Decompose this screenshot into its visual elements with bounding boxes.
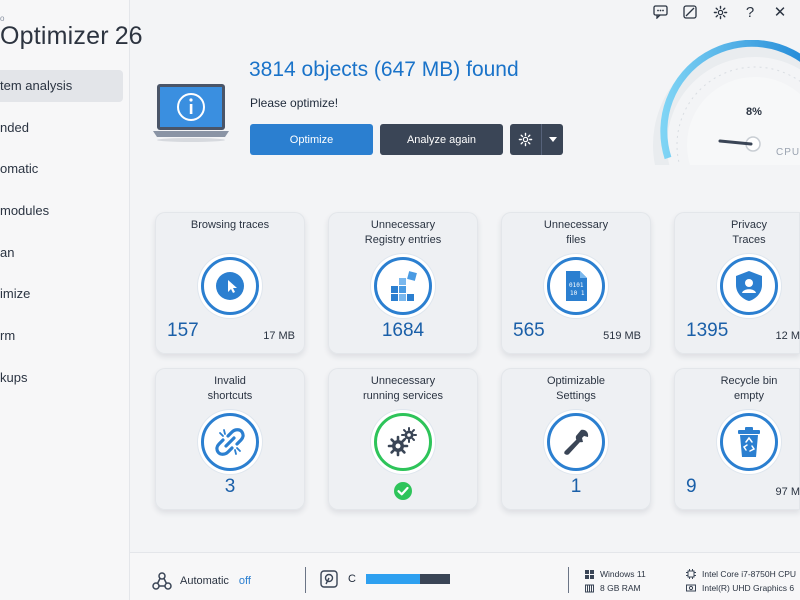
tile-title: Optimizable Settings xyxy=(546,375,606,402)
broken-link-icon xyxy=(215,428,245,456)
tile-title: Unnecessary running services xyxy=(362,375,444,402)
cpu-gauge: 8% CPU xyxy=(640,39,800,247)
check-circle-icon xyxy=(394,482,412,500)
recycle-bin-icon xyxy=(738,427,760,457)
divider xyxy=(568,567,569,593)
sidebar-item-warm[interactable]: rm xyxy=(0,320,123,352)
tile-count: 3 xyxy=(224,476,236,497)
tile-title: Unnecessary files xyxy=(543,219,609,246)
sidebar-item-clean[interactable]: an xyxy=(0,237,123,269)
analyze-again-button[interactable]: Analyze again xyxy=(380,124,503,155)
tile-icon-circle xyxy=(198,254,262,318)
automatic-label: Automatic xyxy=(180,575,229,587)
automatic-status[interactable]: Automatic off xyxy=(152,572,251,590)
chevron-down-icon xyxy=(548,137,557,142)
tile-size: 12 M xyxy=(775,330,800,342)
ram-amount: 8 GB RAM xyxy=(600,583,641,593)
tile-browsing-traces[interactable]: Browsing traces 157 17 MB xyxy=(155,212,305,354)
gears-icon xyxy=(387,427,417,457)
disk-icon xyxy=(320,570,338,588)
binary-file-icon: 0101 10 1 xyxy=(566,271,587,301)
tile-count: 565 xyxy=(513,320,545,341)
divider xyxy=(305,567,306,593)
app-version: 26 xyxy=(114,22,143,50)
status-bar: Automatic off C Windows 11 8 GB RAM Intel… xyxy=(130,552,800,600)
cpu-gauge-value: 8% xyxy=(746,106,762,118)
theme-icon[interactable] xyxy=(682,4,698,20)
sidebar-item-extended[interactable]: nded xyxy=(0,112,123,144)
drive-letter: C xyxy=(348,573,356,585)
gpu-name: Intel(R) UHD Graphics 6 xyxy=(702,583,795,593)
help-icon[interactable]: ? xyxy=(742,4,758,21)
sidebar-item-optimize[interactable]: imize xyxy=(0,278,123,310)
tile-title: Recycle bin empty xyxy=(720,375,778,402)
tile-title: Browsing traces xyxy=(190,219,270,231)
tile-icon-circle xyxy=(717,254,781,318)
tile-optimizable-settings[interactable]: Optimizable Settings 1 xyxy=(501,368,651,510)
tile-count: 1 xyxy=(570,476,582,497)
hardware-info: Intel Core i7-8750H CPU Intel(R) UHD Gra… xyxy=(686,567,796,595)
tile-size: 97 M xyxy=(775,486,800,498)
optimize-button[interactable]: Optimize xyxy=(250,124,373,155)
sidebar-item-automatic[interactable]: omatic xyxy=(0,153,123,185)
os-name: Windows 11 xyxy=(600,569,646,579)
network-icon xyxy=(152,572,172,590)
tile-invalid-shortcuts[interactable]: Invalid shortcuts 3 xyxy=(155,368,305,510)
results-headline: 3814 objects (647 MB) found xyxy=(249,58,519,81)
tile-count: 9 xyxy=(686,476,697,497)
sidebar-item-modules[interactable]: modules xyxy=(0,195,123,227)
automatic-state: off xyxy=(238,575,251,587)
tile-count: 1684 xyxy=(381,320,425,341)
gear-icon[interactable] xyxy=(712,4,728,20)
gear-icon xyxy=(518,132,533,147)
tile-icon-circle: 0101 10 1 xyxy=(544,254,608,318)
drive-usage-fill xyxy=(365,574,420,584)
cpu-name: Intel Core i7-8750H CPU xyxy=(702,569,797,579)
tile-count: 157 xyxy=(167,320,199,341)
tile-title: Unnecessary Registry entries xyxy=(364,219,442,246)
app-title: Optimizer 26 xyxy=(0,22,143,51)
cpu-icon xyxy=(686,569,696,579)
app-title-text: Optimizer xyxy=(0,22,109,50)
cpu-gauge-label: CPU xyxy=(776,147,800,158)
results-subline: Please optimize! xyxy=(250,96,339,110)
sidebar-nav: tem analysis nded omatic modules an imiz… xyxy=(0,70,130,404)
tile-icon-circle xyxy=(371,410,435,474)
close-icon[interactable]: ✕ xyxy=(772,4,788,21)
tile-icon-circle xyxy=(717,410,781,474)
tile-running-services[interactable]: Unnecessary running services xyxy=(328,368,478,510)
tile-icon-circle xyxy=(371,254,435,318)
tile-title: Invalid shortcuts xyxy=(207,375,253,402)
ram-icon xyxy=(585,584,594,592)
windows-icon xyxy=(585,569,594,579)
tile-privacy-traces[interactable]: Privacy Traces 1395 12 M xyxy=(674,212,800,354)
sidebar: o Optimizer 26 tem analysis nded omatic m… xyxy=(0,0,143,600)
svg-text:0101: 0101 xyxy=(569,282,584,289)
drive-usage: C xyxy=(320,570,450,588)
cursor-icon xyxy=(216,272,244,300)
tile-recycle-bin[interactable]: Recycle bin empty 9 97 M xyxy=(674,368,800,510)
analysis-settings-button[interactable] xyxy=(510,124,541,155)
window-controls: ? ✕ xyxy=(652,4,788,21)
gpu-icon xyxy=(686,584,696,592)
wrench-icon xyxy=(564,429,589,455)
tile-size: 519 MB xyxy=(603,330,641,342)
sidebar-item-backups[interactable]: kups xyxy=(0,362,123,394)
os-info: Windows 11 8 GB RAM xyxy=(585,567,646,595)
settings-dropdown-button[interactable] xyxy=(541,124,563,155)
shield-person-icon xyxy=(736,271,762,301)
tile-icon-circle xyxy=(198,410,262,474)
drive-usage-bar xyxy=(365,574,450,584)
laptop-info-icon xyxy=(153,82,229,142)
tile-icon-circle xyxy=(544,410,608,474)
tile-size: 17 MB xyxy=(263,330,295,342)
tile-registry-entries[interactable]: Unnecessary Registry entries 1684 xyxy=(328,212,478,354)
sidebar-item-system-analysis[interactable]: tem analysis xyxy=(0,70,123,102)
feedback-icon[interactable] xyxy=(652,4,668,20)
tile-title: Privacy Traces xyxy=(730,219,768,246)
svg-text:10 1: 10 1 xyxy=(570,290,585,297)
tile-count: 1395 xyxy=(686,320,729,341)
registry-icon xyxy=(391,271,417,301)
tile-unnecessary-files[interactable]: Unnecessary files 0101 10 1 565 519 MB xyxy=(501,212,651,354)
